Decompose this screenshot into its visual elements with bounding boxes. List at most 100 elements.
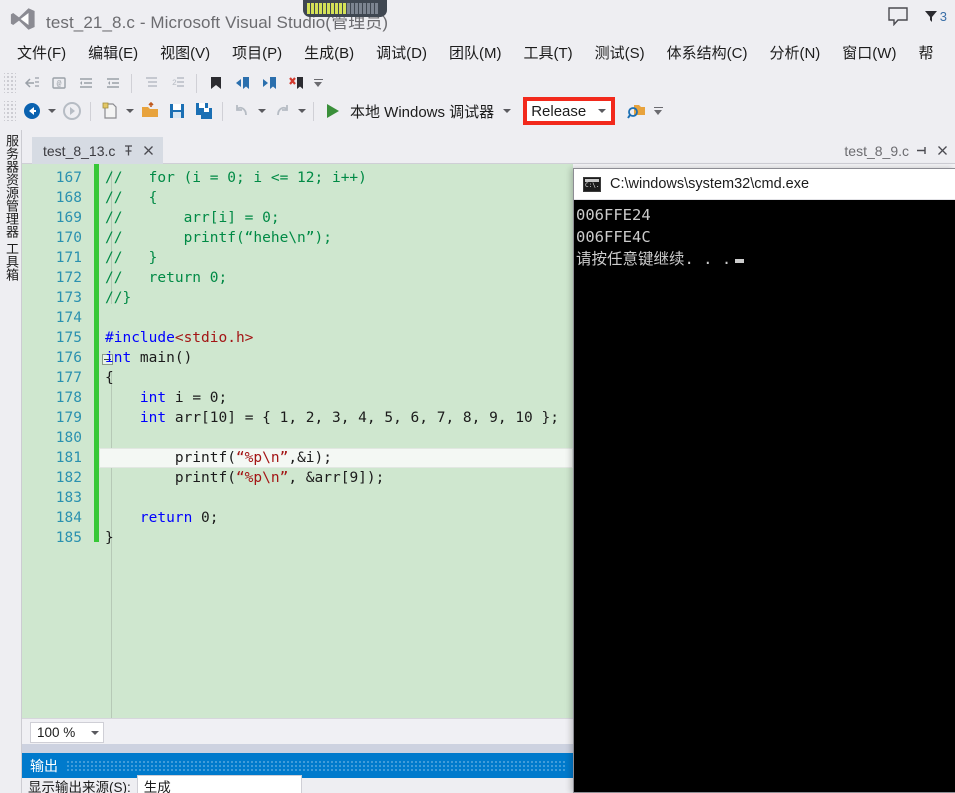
document-tab-test_8_13[interactable]: test_8_13.c bbox=[32, 137, 164, 164]
find-in-files-icon[interactable] bbox=[623, 99, 650, 123]
panel-splitter[interactable] bbox=[22, 744, 573, 753]
code-line[interactable]: 180 bbox=[22, 428, 573, 448]
menu-edit[interactable]: 编辑(E) bbox=[77, 39, 149, 66]
code-line[interactable]: 168 // { bbox=[22, 188, 573, 208]
code-line[interactable]: 170 // printf(“hehe\n”); bbox=[22, 228, 573, 248]
increase-indent-icon[interactable] bbox=[99, 71, 126, 95]
menu-test[interactable]: 测试(S) bbox=[584, 39, 656, 66]
new-project-dropdown[interactable] bbox=[123, 99, 136, 123]
configuration-combo[interactable]: Release bbox=[527, 101, 612, 121]
code-line[interactable]: 173 //} bbox=[22, 288, 573, 308]
code-line[interactable]: 184 return 0; bbox=[22, 508, 573, 528]
menu-build[interactable]: 生成(B) bbox=[293, 39, 365, 66]
code-text[interactable]: return 0; bbox=[99, 508, 573, 528]
code-text[interactable]: // for (i = 0; i <= 12; i++) bbox=[99, 168, 573, 188]
code-text[interactable]: int main() bbox=[99, 348, 573, 368]
panel-drag-handle[interactable] bbox=[66, 760, 567, 771]
code-line[interactable]: 174 bbox=[22, 308, 573, 328]
code-text[interactable]: // printf(“hehe\n”); bbox=[99, 228, 573, 248]
toolbar-grip[interactable] bbox=[4, 101, 16, 121]
code-text[interactable]: { bbox=[99, 368, 573, 388]
code-line[interactable]: 172 // return 0; bbox=[22, 268, 573, 288]
redo-icon[interactable] bbox=[268, 99, 295, 123]
cmd-title-bar[interactable]: C:\windows\system32\cmd.exe bbox=[574, 169, 955, 200]
document-tab-test_8_9[interactable]: test_8_9.c bbox=[840, 137, 953, 164]
start-debug-label[interactable]: 本地 Windows 调试器 bbox=[350, 101, 494, 122]
menu-view[interactable]: 视图(V) bbox=[149, 39, 221, 66]
navigate-backward-icon[interactable] bbox=[18, 99, 45, 123]
code-line[interactable]: 179 int arr[10] = { 1, 2, 3, 4, 5, 6, 7,… bbox=[22, 408, 573, 428]
code-editor[interactable]: 167// for (i = 0; i <= 12; i++) 168// {16… bbox=[22, 164, 573, 718]
sidebar-item-toolbox[interactable]: 工具箱 bbox=[2, 242, 20, 281]
toggle-bookmark-icon[interactable] bbox=[202, 71, 229, 95]
sidebar-item-server-explorer[interactable]: 服务器资源管理器 bbox=[2, 134, 20, 238]
code-line[interactable]: 175 #include<stdio.h> bbox=[22, 328, 573, 348]
clear-bookmarks-icon[interactable] bbox=[283, 71, 310, 95]
close-icon[interactable] bbox=[936, 144, 949, 157]
output-source-combo[interactable]: 生成 bbox=[136, 775, 302, 793]
code-line[interactable]: 171 // } bbox=[22, 248, 573, 268]
toolbar-overflow-icon[interactable] bbox=[310, 71, 326, 95]
menu-architecture[interactable]: 体系结构(C) bbox=[656, 39, 759, 66]
menu-tools[interactable]: 工具(T) bbox=[512, 39, 583, 66]
menu-project[interactable]: 项目(P) bbox=[221, 39, 293, 66]
code-text[interactable]: //} bbox=[99, 288, 573, 308]
notification-flag[interactable]: 3 bbox=[923, 8, 947, 24]
save-all-icon[interactable] bbox=[190, 99, 217, 123]
code-line[interactable]: 182 printf(“%p\n”, &arr[9]); bbox=[22, 468, 573, 488]
cmd-console-window[interactable]: C:\windows\system32\cmd.exe 006FFE24 006… bbox=[573, 168, 955, 793]
uncomment-selection-icon[interactable]: @ bbox=[45, 71, 72, 95]
menu-window[interactable]: 窗口(W) bbox=[831, 39, 907, 66]
code-text[interactable] bbox=[99, 488, 573, 508]
menu-analyze[interactable]: 分析(N) bbox=[758, 39, 831, 66]
decrease-indent-icon[interactable] bbox=[72, 71, 99, 95]
code-line[interactable]: 177 { bbox=[22, 368, 573, 388]
menu-debug[interactable]: 调试(D) bbox=[365, 39, 438, 66]
code-line[interactable]: 178 int i = 0; bbox=[22, 388, 573, 408]
redo-dropdown[interactable] bbox=[295, 99, 308, 123]
undo-dropdown[interactable] bbox=[255, 99, 268, 123]
code-lines[interactable]: 167// for (i = 0; i <= 12; i++) 168// {16… bbox=[22, 168, 573, 548]
format-selection-icon[interactable]: 2 bbox=[164, 71, 191, 95]
code-text[interactable]: int i = 0; bbox=[99, 388, 573, 408]
feedback-bubble-icon[interactable] bbox=[887, 6, 909, 26]
previous-bookmark-icon[interactable] bbox=[229, 71, 256, 95]
code-line[interactable]: 185} bbox=[22, 528, 573, 548]
next-bookmark-icon[interactable] bbox=[256, 71, 283, 95]
code-line[interactable]: 169 // arr[i] = 0; bbox=[22, 208, 573, 228]
new-project-icon[interactable] bbox=[96, 99, 123, 123]
format-block-icon[interactable] bbox=[137, 71, 164, 95]
pin-icon[interactable] bbox=[916, 144, 929, 157]
close-icon[interactable] bbox=[142, 144, 155, 157]
code-text[interactable] bbox=[99, 308, 573, 328]
cmd-output-area[interactable]: 006FFE24 006FFE4C 请按任意键继续. . . bbox=[574, 200, 955, 270]
code-text[interactable]: } bbox=[99, 528, 573, 548]
code-line[interactable]: 183 bbox=[22, 488, 573, 508]
navigate-backward-dropdown[interactable] bbox=[45, 99, 58, 123]
code-text[interactable]: // } bbox=[99, 248, 573, 268]
open-file-icon[interactable] bbox=[136, 99, 163, 123]
undo-icon[interactable] bbox=[228, 99, 255, 123]
pin-icon[interactable] bbox=[122, 144, 135, 157]
toolbar-overflow-icon[interactable] bbox=[650, 99, 666, 123]
code-line[interactable]: 167 // for (i = 0; i <= 12; i++) bbox=[22, 168, 573, 188]
start-debug-dropdown[interactable] bbox=[500, 99, 513, 123]
code-text[interactable]: int arr[10] = { 1, 2, 3, 4, 5, 6, 7, 8, … bbox=[99, 408, 573, 428]
zoom-level-combo[interactable]: 100 % bbox=[30, 722, 104, 743]
code-text[interactable]: // arr[i] = 0; bbox=[99, 208, 573, 228]
play-triangle-icon[interactable] bbox=[319, 99, 346, 123]
menu-team[interactable]: 团队(M) bbox=[438, 39, 513, 66]
code-text[interactable] bbox=[99, 428, 573, 448]
save-icon[interactable] bbox=[163, 99, 190, 123]
code-line[interactable]: 176 int main() bbox=[22, 348, 573, 368]
navigate-forward-icon[interactable] bbox=[58, 99, 85, 123]
code-line[interactable]: 181 printf(“%p\n”,&i); bbox=[22, 448, 573, 468]
code-text[interactable]: // { bbox=[99, 188, 573, 208]
menu-help[interactable]: 帮 bbox=[907, 39, 944, 66]
code-text[interactable]: // return 0; bbox=[99, 268, 573, 288]
comment-selection-icon[interactable] bbox=[18, 71, 45, 95]
code-text[interactable]: #include<stdio.h> bbox=[99, 328, 573, 348]
code-text[interactable]: printf(“%p\n”, &arr[9]); bbox=[99, 468, 573, 488]
toolbar-grip[interactable] bbox=[4, 73, 16, 93]
code-text[interactable]: printf(“%p\n”,&i); bbox=[99, 448, 573, 468]
